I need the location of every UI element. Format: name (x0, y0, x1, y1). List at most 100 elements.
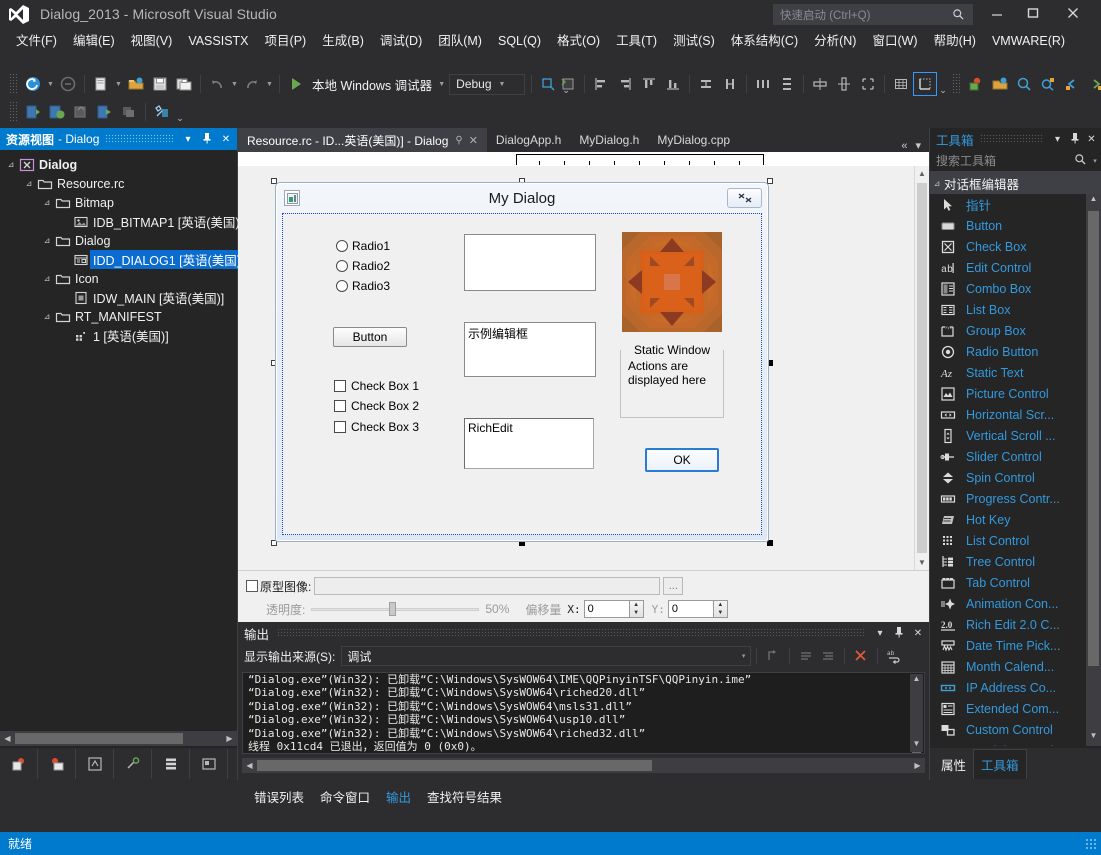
menu-item-tools[interactable]: 工具(T) (608, 31, 665, 52)
tab-list-dropdown-icon[interactable]: ▾ (911, 139, 925, 152)
save-icon[interactable] (148, 72, 172, 96)
go-to-next-message-icon[interactable] (817, 648, 839, 664)
align-lefts-icon[interactable] (589, 72, 613, 96)
scroll-down-icon[interactable]: ▼ (915, 555, 929, 570)
prototype-image-input[interactable] (314, 577, 660, 595)
undo-icon[interactable] (205, 72, 229, 96)
build-tools-icon[interactable] (150, 100, 174, 124)
menu-item-file[interactable]: 文件(F) (8, 31, 65, 52)
toggle-guides-active-icon[interactable] (913, 72, 937, 96)
align-bottoms-icon[interactable] (661, 72, 685, 96)
menu-item-vassistx[interactable]: VASSISTX (180, 31, 256, 52)
go-back-symbol-icon[interactable] (1060, 72, 1084, 96)
static-window-group-box[interactable]: Static Window Actions are displayed here (620, 350, 724, 418)
make-same-width-icon[interactable] (694, 72, 718, 96)
tree-node-dialog-root[interactable]: ⊿ Dialog (0, 155, 237, 174)
chevron-down-icon[interactable]: ▾ (872, 628, 888, 639)
edit-control-top[interactable] (464, 234, 596, 291)
toolbox-item-group-box[interactable]: xyz Group Box (930, 320, 1087, 341)
navigate-backward-icon[interactable] (21, 72, 45, 96)
object-browser-icon[interactable] (190, 749, 228, 779)
debug-target-label[interactable]: 本地 Windows 调试器 (308, 75, 436, 94)
find-message-in-code-icon[interactable] (762, 648, 784, 664)
space-down-icon[interactable] (775, 72, 799, 96)
offset-y-stepper[interactable]: ▲▼ (714, 600, 728, 618)
maximize-button[interactable] (1017, 2, 1049, 24)
start-debugging-icon[interactable] (284, 72, 308, 96)
toggle-guides-icon[interactable] (856, 72, 880, 96)
menu-item-test[interactable]: 测试(S) (665, 31, 723, 52)
toolbox-item-picture-control[interactable]: Picture Control (930, 383, 1087, 404)
radio-button-1[interactable]: Radio1 (336, 239, 390, 253)
expander-icon[interactable]: ⊿ (930, 179, 944, 188)
tab-error-list[interactable]: 错误列表 (246, 783, 312, 810)
quick-launch-box[interactable]: 快速启动 (Ctrl+Q) (773, 4, 973, 25)
tree-node-bitmap-folder[interactable]: ⊿ Bitmap (0, 193, 237, 212)
toolbox-item-edit-control[interactable]: ab Edit Control (930, 257, 1087, 278)
make-same-height-icon[interactable] (718, 72, 742, 96)
prototype-image-checkbox[interactable] (246, 580, 258, 592)
expander-icon[interactable]: ⊿ (40, 274, 54, 283)
redo-dropdown-icon[interactable]: ▼ (264, 81, 275, 88)
redo-icon[interactable] (240, 72, 264, 96)
output-source-combo[interactable]: 调试 ▾ (341, 646, 751, 666)
solution-configuration-combo[interactable]: Debug ▼ (449, 74, 525, 95)
menu-item-architecture[interactable]: 体系结构(C) (723, 31, 806, 52)
menu-item-sql[interactable]: SQL(Q) (490, 31, 549, 52)
breakpoints-icon[interactable] (117, 100, 141, 124)
toggle-word-wrap-icon[interactable]: ab (883, 648, 905, 664)
class-view-icon[interactable] (76, 749, 114, 779)
pin-icon[interactable] (1067, 132, 1082, 147)
toolbar-grip[interactable] (9, 101, 18, 123)
toolbox-item-spin-control[interactable]: Spin Control (930, 467, 1087, 488)
property-manager-icon[interactable] (114, 749, 152, 779)
close-icon[interactable]: ✕ (1084, 134, 1099, 145)
scrollbar-thumb[interactable] (257, 760, 652, 771)
tree-node-manifest-1[interactable]: · 1 [英语(美国)] (0, 326, 237, 345)
tree-node-idb-bitmap1[interactable]: · IDB_BITMAP1 [英语(美国)] (0, 212, 237, 231)
close-icon[interactable]: ✕ (910, 628, 926, 639)
resource-view-horizontal-scrollbar[interactable]: ◀ ▶ (0, 731, 237, 746)
test-explorer-icon[interactable] (556, 72, 580, 96)
toolbox-item-radio-button[interactable]: Radio Button (930, 341, 1087, 362)
scroll-down-icon[interactable]: ▼ (1086, 731, 1101, 746)
tab-output[interactable]: 输出 (378, 783, 419, 810)
scroll-up-icon[interactable]: ▲ (910, 674, 923, 687)
tab-resource-rc[interactable]: Resource.rc - ID...英语(美国)] - Dialog ⚲ ✕ (238, 128, 487, 152)
toolbox-group-dialog-editor[interactable]: ⊿ 对话框编辑器 (930, 172, 1101, 194)
toolbox-item-list-box[interactable]: List Box (930, 299, 1087, 320)
designer-vertical-scrollbar[interactable]: ▲ ▼ (914, 166, 929, 570)
designer-canvas[interactable]: My Dialog Radio1 (238, 166, 914, 570)
panel-drag-dots[interactable] (277, 628, 864, 638)
menu-item-project[interactable]: 项目(P) (257, 31, 315, 52)
step-over-icon[interactable] (69, 100, 93, 124)
check-box-3[interactable]: Check Box 3 (334, 420, 419, 434)
pin-icon[interactable]: ⚲ (448, 135, 462, 146)
tab-mydialog-h[interactable]: MyDialog.h (570, 128, 648, 152)
solution-explorer-icon[interactable] (0, 749, 38, 779)
menu-item-build[interactable]: 生成(B) (314, 31, 372, 52)
scrollbar-thumb[interactable] (917, 183, 927, 553)
rich-edit-control[interactable]: RichEdit (464, 418, 594, 469)
tab-dialogapp-h[interactable]: DialogApp.h (487, 128, 570, 152)
toolbox-item-extended-combo-box[interactable]: Extended Com... (930, 698, 1087, 719)
close-icon[interactable]: ✕ (463, 134, 478, 147)
chevron-down-icon[interactable]: ▾ (180, 134, 196, 145)
team-explorer-icon[interactable] (38, 749, 76, 779)
tab-properties[interactable]: 属性 (934, 750, 973, 779)
expander-icon[interactable]: ⊿ (4, 160, 18, 169)
offset-y-input[interactable]: 0 (668, 600, 714, 618)
menu-item-vmware[interactable]: VMWARE(R) (984, 31, 1073, 52)
menu-item-view[interactable]: 视图(V) (123, 31, 181, 52)
go-forward-symbol-icon[interactable] (1084, 72, 1101, 96)
menu-item-format[interactable]: 格式(O) (549, 31, 608, 52)
radio-button-2[interactable]: Radio2 (336, 259, 390, 273)
expander-icon[interactable]: ⊿ (40, 236, 54, 245)
tree-node-icon-folder[interactable]: ⊿ Icon (0, 269, 237, 288)
restart-debug-icon[interactable] (45, 100, 69, 124)
picture-control[interactable] (622, 232, 722, 332)
pin-icon[interactable] (199, 132, 215, 147)
tree-node-rt-manifest[interactable]: ⊿ RT_MANIFEST (0, 307, 237, 326)
toolbox-item-hot-key[interactable]: Hot Key (930, 509, 1087, 530)
toolbox-item-static-text[interactable]: Az Static Text (930, 362, 1087, 383)
